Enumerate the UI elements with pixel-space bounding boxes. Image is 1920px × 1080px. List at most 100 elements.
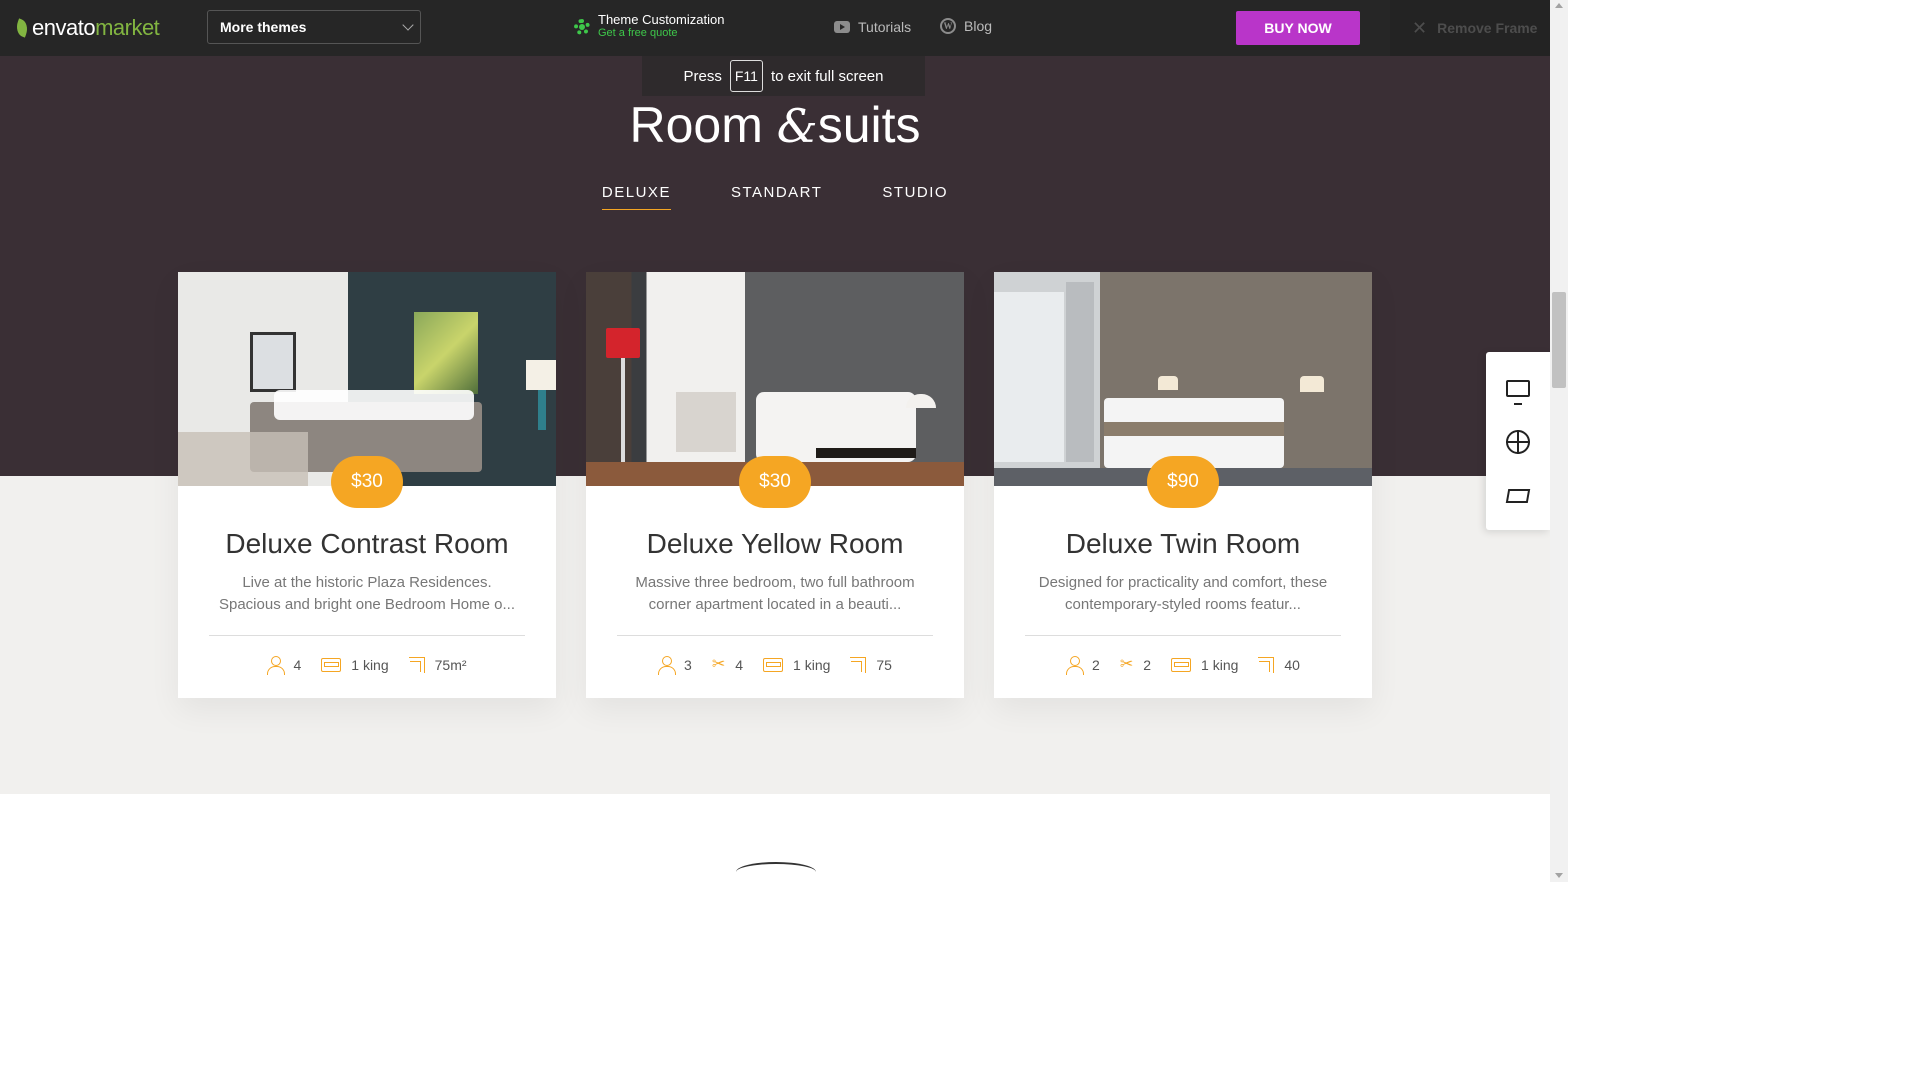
area-value: 75 <box>876 657 892 673</box>
wordpress-icon: W <box>940 18 956 34</box>
bath-icon: ✂ <box>1119 656 1134 673</box>
person-icon <box>658 656 677 675</box>
price-badge: $30 <box>739 456 811 508</box>
cart-icon <box>1505 489 1531 503</box>
bath-amenity: ✂ 2 <box>1119 656 1152 674</box>
area-amenity: 75 <box>850 657 892 673</box>
room-amenities: 2 ✂ 2 1 king 40 <box>994 656 1372 675</box>
area-value: 75m² <box>434 657 467 673</box>
bed-value: 1 king <box>1201 657 1239 673</box>
baths-value: 2 <box>1143 657 1152 673</box>
person-icon <box>1066 656 1085 675</box>
bed-value: 1 king <box>793 657 831 673</box>
area-amenity: 75m² <box>408 657 467 673</box>
divider <box>1025 635 1341 636</box>
room-category-tabs: DELUXE STANDART STUDIO <box>0 184 1550 210</box>
desc-line: contemporary-styled rooms featur... <box>1065 596 1301 613</box>
leaf-icon <box>13 18 31 38</box>
blog-link[interactable]: W Blog <box>940 18 992 34</box>
customize-subtitle: Get a free quote <box>598 27 678 39</box>
cart-button[interactable] <box>1504 482 1532 510</box>
room-title[interactable]: Deluxe Yellow Room <box>586 528 964 560</box>
decorative-flourish <box>736 862 816 882</box>
desc-line: Designed for practicality and comfort, t… <box>1038 574 1328 591</box>
guests-amenity: 2 <box>1066 656 1100 675</box>
guests-amenity: 4 <box>267 656 302 675</box>
floating-side-panel <box>1486 352 1550 530</box>
youtube-icon <box>834 21 850 33</box>
guests-value: 4 <box>293 657 302 673</box>
scroll-up-arrow[interactable] <box>1555 3 1563 8</box>
bath-icon: ✂ <box>711 656 726 673</box>
tab-standart[interactable]: STANDART <box>731 184 822 210</box>
room-card[interactable]: $30 Deluxe Contrast Room Live at the his… <box>178 272 556 698</box>
desc-line: Massive three bedroom, two full bathroom <box>635 574 915 591</box>
section-title: Room &suits <box>0 96 1550 154</box>
divider <box>209 635 525 636</box>
room-description: Designed for practicality and comfort, t… <box>1024 572 1342 616</box>
title-part-room: Room <box>629 97 777 153</box>
room-amenities: 3 ✂ 4 1 king 75 <box>586 656 964 675</box>
divider <box>617 635 933 636</box>
price-badge: $30 <box>331 456 403 508</box>
desc-line: corner apartment located in a beauti... <box>648 596 902 613</box>
logo-text-market: market <box>95 15 160 40</box>
buy-now-button[interactable]: BUY NOW <box>1236 11 1360 45</box>
bed-amenity: 1 king <box>763 657 830 673</box>
area-icon <box>850 657 867 673</box>
room-card[interactable]: $30 Deluxe Yellow Room Massive three bed… <box>586 272 964 698</box>
bed-amenity: 1 king <box>1171 657 1238 673</box>
room-photo[interactable] <box>178 272 556 486</box>
hint-rest: to exit full screen <box>770 67 884 85</box>
hint-press: Press <box>683 67 722 85</box>
person-icon <box>267 656 286 675</box>
room-card[interactable]: $90 Deluxe Twin Room Designed for practi… <box>994 272 1372 698</box>
guests-value: 2 <box>1092 657 1100 673</box>
blog-label: Blog <box>964 18 993 34</box>
more-themes-select[interactable]: More themes <box>207 10 421 44</box>
desc-line: Spacious and bright one Bedroom Home o..… <box>218 596 515 613</box>
title-part-suits: suits <box>817 97 921 153</box>
vertical-scrollbar[interactable] <box>1550 0 1568 882</box>
room-photo[interactable] <box>994 272 1372 486</box>
room-title[interactable]: Deluxe Contrast Room <box>178 528 556 560</box>
bed-icon <box>321 658 342 672</box>
room-amenities: 4 1 king 75m² <box>178 656 556 675</box>
scroll-down-arrow[interactable] <box>1555 873 1563 878</box>
customize-title: Theme Customization <box>598 12 725 27</box>
envato-topbar: envato market More themes Theme Customiza… <box>0 0 1550 56</box>
fullscreen-hint: Press F11 to exit full screen <box>642 56 925 96</box>
support-button[interactable] <box>1504 428 1532 456</box>
area-icon <box>1258 657 1275 673</box>
tab-deluxe[interactable]: DELUXE <box>601 184 671 210</box>
theme-customization-link[interactable]: Theme Customization Get a free quote <box>574 13 724 40</box>
envato-market-logo[interactable]: envato market <box>13 14 160 42</box>
area-value: 40 <box>1284 657 1300 673</box>
chevron-down-icon <box>402 19 414 31</box>
price-badge: $90 <box>1147 456 1219 508</box>
bath-amenity: ✂ 4 <box>711 656 743 674</box>
desc-line: Live at the historic Plaza Residences. <box>242 574 492 591</box>
remove-frame-button[interactable]: ✕ Remove Frame <box>1390 0 1550 56</box>
room-photo[interactable] <box>586 272 964 486</box>
guests-value: 3 <box>684 657 692 673</box>
bed-amenity: 1 king <box>321 657 389 673</box>
monitor-button[interactable] <box>1504 374 1532 405</box>
tutorials-link[interactable]: Tutorials <box>834 19 911 35</box>
area-amenity: 40 <box>1258 657 1300 673</box>
bed-value: 1 king <box>351 657 389 673</box>
tutorials-label: Tutorials <box>858 19 912 35</box>
tab-studio[interactable]: STUDIO <box>882 184 948 210</box>
guests-amenity: 3 <box>658 656 692 675</box>
bed-icon <box>1171 658 1192 672</box>
room-title[interactable]: Deluxe Twin Room <box>994 528 1372 560</box>
scroll-thumb[interactable] <box>1552 292 1566 388</box>
lifebuoy-icon <box>1506 430 1530 454</box>
hint-key: F11 <box>729 60 763 92</box>
close-icon: ✕ <box>1412 17 1428 38</box>
title-ampersand: & <box>776 99 818 153</box>
theme-preview-page: Room &suits DELUXE STANDART STUDIO $30 D… <box>0 56 1550 882</box>
gear-icon <box>574 18 590 35</box>
monitor-icon <box>1506 379 1530 405</box>
logo-text-envato: envato <box>32 15 96 40</box>
